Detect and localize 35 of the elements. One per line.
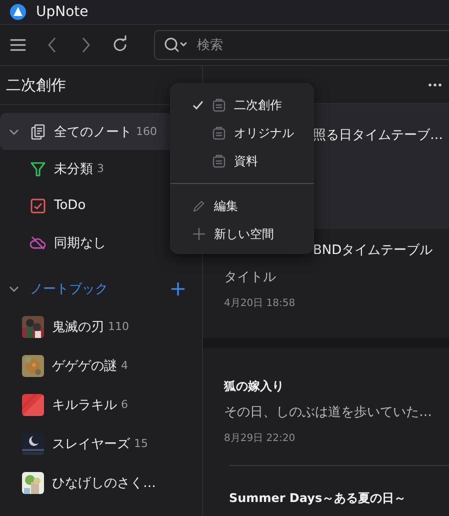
note-title[interactable]: Summer Days～ある夏の日～ [229, 490, 406, 506]
note-title: 照る日タイムテーブ… [313, 128, 443, 144]
note-date: 4月20日 18:58 [224, 297, 296, 310]
search-icon[interactable] [164, 36, 188, 54]
note-preview: その日、しのぶは道を歩いていた… [224, 404, 432, 422]
notebook-item[interactable]: スレイヤーズ 15 [0, 424, 202, 463]
note-title[interactable]: BNDタイムテーブル [313, 243, 433, 259]
item-count: 3 [97, 162, 104, 175]
item-count: 160 [136, 125, 157, 138]
pencil-icon [192, 199, 206, 213]
notes-icon [30, 124, 46, 140]
item-count: 15 [134, 437, 148, 450]
briefcase-icon [212, 126, 226, 140]
briefcase-icon [212, 98, 226, 112]
notebook-item[interactable]: ゲゲゲの謎 4 [0, 346, 202, 385]
note-preview: タイトル [224, 269, 276, 287]
search-field[interactable]: 検索 [154, 30, 449, 60]
app-logo-icon [10, 4, 26, 20]
cloud-off-icon [30, 234, 46, 250]
section-title[interactable]: ノートブック [30, 280, 162, 298]
notebook-item[interactable]: 鬼滅の刃 110 [0, 307, 202, 346]
briefcase-icon [212, 154, 226, 168]
filter-icon [30, 160, 46, 176]
item-count: 110 [108, 320, 129, 333]
checkbox-icon [30, 198, 46, 214]
item-count: 4 [121, 359, 128, 372]
notebook-item[interactable]: キルラキル 6 [0, 385, 202, 424]
plus-icon [192, 227, 206, 241]
item-count: 6 [121, 398, 128, 411]
space-title[interactable]: 二次創作 [6, 76, 66, 94]
note-title[interactable]: 狐の嫁入り [224, 378, 284, 394]
note-date: 8月29日 22:20 [224, 432, 296, 445]
add-icon[interactable] [170, 281, 186, 297]
notebook-item[interactable]: ひなげしのさく… [0, 463, 202, 502]
app-title: UpNote [36, 4, 88, 20]
